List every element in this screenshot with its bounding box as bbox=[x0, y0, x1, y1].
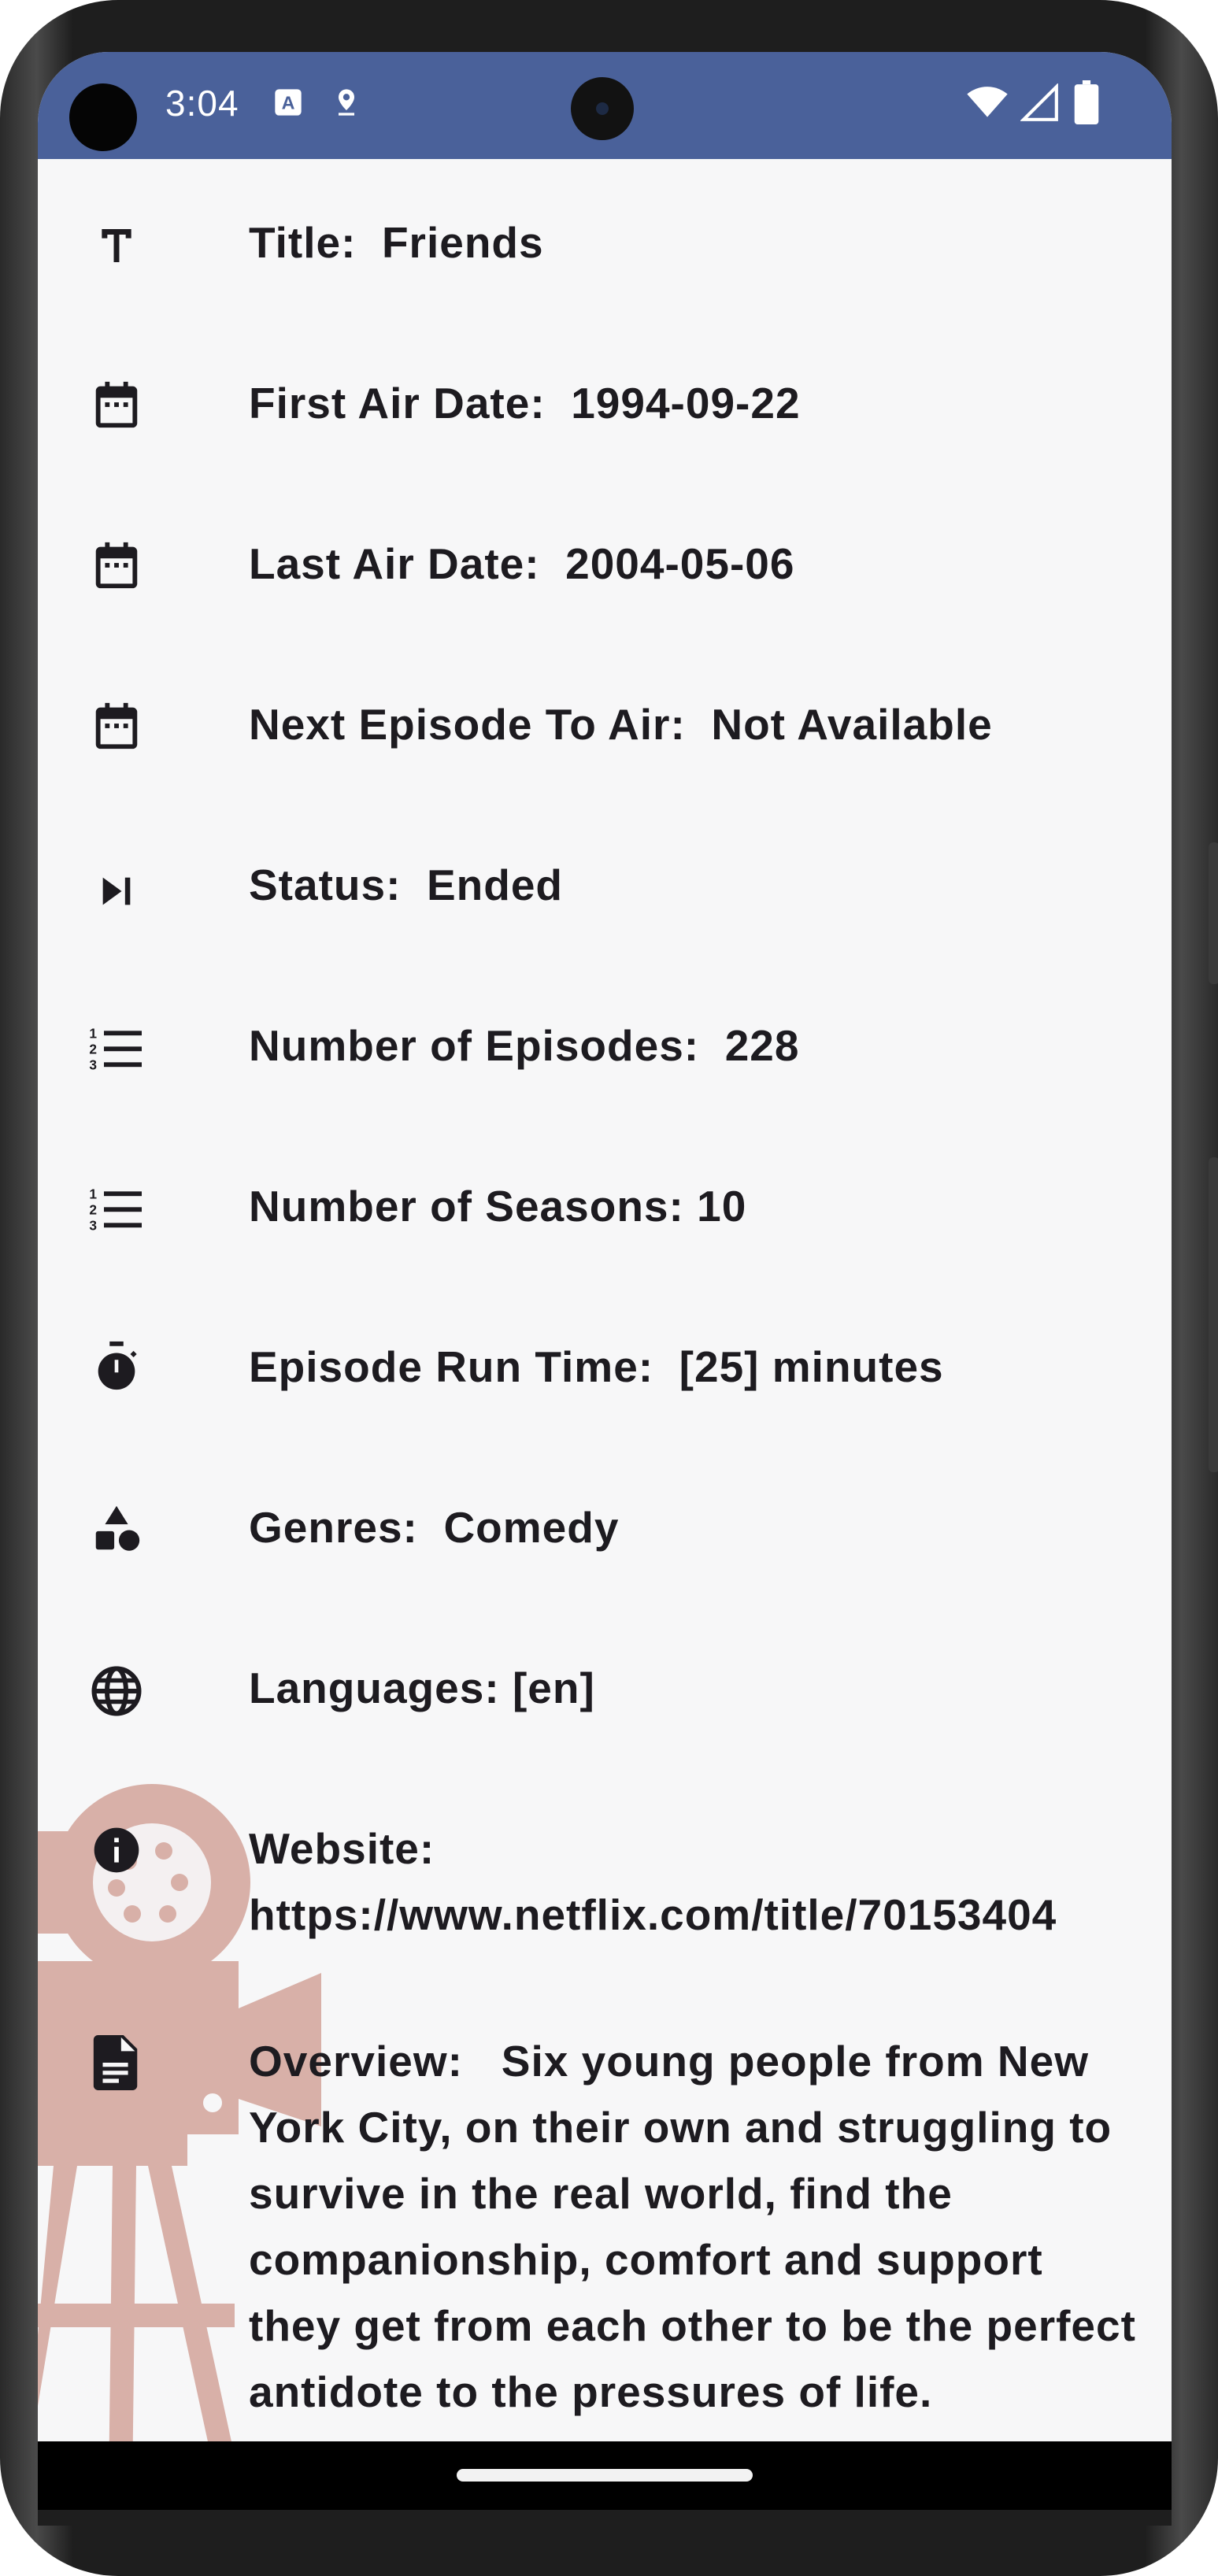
svg-text:A: A bbox=[282, 92, 295, 113]
last-air-date-label: Last Air Date: bbox=[249, 539, 540, 588]
timer-icon bbox=[88, 1338, 145, 1395]
seasons-label: Number of Seasons: bbox=[249, 1182, 684, 1231]
svg-text:3: 3 bbox=[89, 1218, 97, 1234]
status-label: Status: bbox=[249, 861, 402, 909]
front-camera bbox=[571, 77, 634, 140]
title-value: Friends bbox=[381, 218, 544, 267]
overview-label: Overview: bbox=[249, 2037, 463, 2086]
location-pin-icon bbox=[331, 87, 362, 122]
shapes-icon bbox=[88, 1501, 145, 1557]
svg-text:2: 2 bbox=[89, 1042, 97, 1057]
bottom-bezel bbox=[38, 2510, 1172, 2526]
text-a-icon: A bbox=[272, 87, 304, 122]
calendar-icon bbox=[88, 537, 145, 594]
genres-value: Comedy bbox=[443, 1503, 620, 1552]
first-air-date-value: 1994-09-22 bbox=[571, 379, 801, 427]
episodes-value: 228 bbox=[724, 1021, 800, 1070]
calendar-icon bbox=[88, 376, 145, 433]
title-t-icon bbox=[88, 217, 145, 274]
seasons-value: 10 bbox=[697, 1182, 747, 1231]
volume-button bbox=[1209, 1157, 1218, 1472]
overview-value: Six young people from New York City, on … bbox=[249, 2037, 1136, 2416]
genres-label: Genres: bbox=[249, 1503, 418, 1552]
svg-text:1: 1 bbox=[89, 1186, 97, 1202]
title-label: Title: bbox=[249, 218, 357, 267]
globe-icon bbox=[88, 1663, 145, 1719]
languages-value: [en] bbox=[512, 1664, 595, 1712]
status-value: Ended bbox=[426, 861, 564, 909]
power-button bbox=[1209, 842, 1218, 984]
svg-text:3: 3 bbox=[89, 1057, 97, 1073]
signal-icon bbox=[1020, 83, 1060, 127]
run-time-label: Episode Run Time: bbox=[249, 1342, 654, 1391]
status-bar: 3:04 A bbox=[38, 52, 1172, 159]
status-time: 3:04 bbox=[165, 83, 239, 124]
status-dot bbox=[69, 83, 137, 151]
home-gesture-handle[interactable] bbox=[457, 2469, 753, 2482]
run-time-value: [25] minutes bbox=[679, 1342, 944, 1391]
website-link[interactable]: https://www.netflix.com/title/70153404 bbox=[249, 1882, 1146, 1948]
last-air-date-value: 2004-05-06 bbox=[565, 539, 795, 588]
screen: 3:04 A Title: Friends First Air Date: 19… bbox=[38, 52, 1172, 2510]
numbered-list-icon: 123 bbox=[88, 1020, 145, 1077]
svg-text:2: 2 bbox=[89, 1202, 97, 1218]
battery-icon bbox=[1074, 80, 1099, 128]
svg-text:1: 1 bbox=[89, 1026, 97, 1042]
wifi-icon bbox=[965, 83, 1009, 125]
calendar-icon bbox=[88, 698, 145, 754]
languages-label: Languages: bbox=[249, 1664, 500, 1712]
numbered-list-icon: 123 bbox=[88, 1181, 145, 1238]
phone-frame: 3:04 A Title: Friends First Air Date: 19… bbox=[0, 0, 1218, 2576]
episodes-label: Number of Episodes: bbox=[249, 1021, 700, 1070]
skip-next-icon bbox=[88, 863, 145, 920]
next-episode-label: Next Episode To Air: bbox=[249, 700, 686, 749]
info-icon bbox=[88, 1822, 145, 1878]
document-icon bbox=[88, 2034, 145, 2091]
website-label: Website: bbox=[249, 1824, 435, 1873]
next-episode-value: Not Available bbox=[711, 700, 993, 749]
first-air-date-label: First Air Date: bbox=[249, 379, 546, 427]
